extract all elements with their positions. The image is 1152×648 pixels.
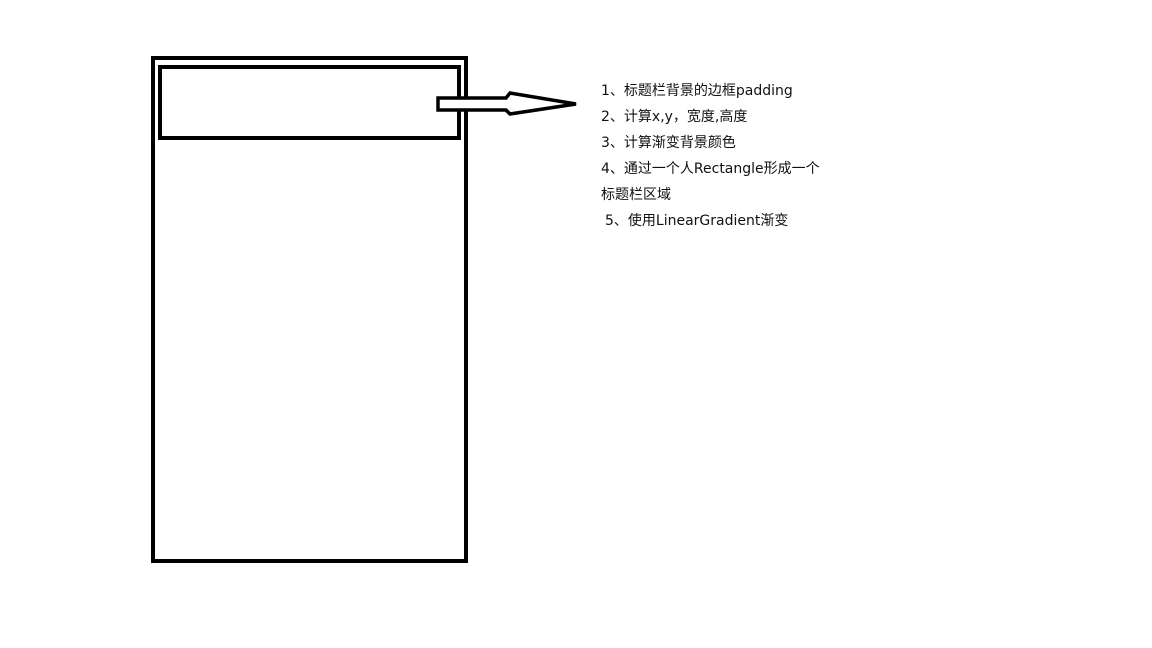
note-line-6: 5、使用LinearGradient渐变 xyxy=(605,213,789,229)
title-bar-outline xyxy=(158,65,461,140)
note-line-3: 3、计算渐变背景颜色 xyxy=(601,135,736,151)
note-line-5: 标题栏区域 xyxy=(601,187,671,203)
diagram-canvas: 1、标题栏背景的边框padding 2、计算x,y，宽度,高度 3、计算渐变背景… xyxy=(0,0,1152,648)
note-line-2: 2、计算x,y，宽度,高度 xyxy=(601,109,748,125)
arrow-right-icon xyxy=(436,91,577,116)
annotation-notes: 1、标题栏背景的边框padding 2、计算x,y，宽度,高度 3、计算渐变背景… xyxy=(601,78,901,234)
note-line-4: 4、通过一个人Rectangle形成一个 xyxy=(601,161,820,177)
note-line-1: 1、标题栏背景的边框padding xyxy=(601,83,793,99)
